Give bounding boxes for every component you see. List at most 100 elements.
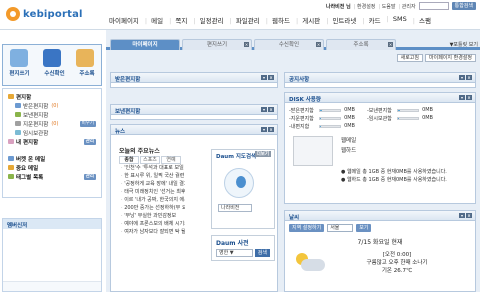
- empty-trash-button[interactable]: 비우기: [79, 120, 96, 127]
- dict-search-button[interactable]: 검색: [254, 249, 270, 257]
- news-item[interactable]: 이르 '내가 공짜, 한국의지 에서': [115, 196, 185, 204]
- news-item[interactable]: '인천'수 '투석과 대표로 보일 때': [115, 164, 185, 172]
- news-item[interactable]: 한 표시루 위, 일찍 국산 궐련: [115, 172, 185, 180]
- panel-title: 보낸편지함: [115, 109, 141, 115]
- tab-label: 편지쓰기: [206, 42, 228, 48]
- tab-label: 주소록: [353, 42, 369, 48]
- folder-label: 지운편지함: [23, 121, 49, 128]
- news-tab-sports[interactable]: 스포츠: [140, 156, 160, 164]
- main-area: 마이페이지 편지쓰기 × 수신확인 × 주소록 × ▼포틀릿 보기 새로고침 마…: [106, 30, 480, 292]
- news-tab-entertainment[interactable]: 연예: [161, 156, 181, 164]
- minimize-icon[interactable]: ▾: [459, 75, 465, 80]
- tab-addressbook[interactable]: 주소록 ×: [326, 39, 396, 50]
- panel-controls: ▾ ×: [261, 75, 274, 80]
- close-icon[interactable]: ×: [244, 42, 249, 47]
- folder-temp[interactable]: 임시보관함: [8, 128, 96, 137]
- minimize-icon[interactable]: ▾: [261, 127, 267, 132]
- menu-files[interactable]: 파일관리: [227, 15, 263, 25]
- menu-mail[interactable]: 메일: [142, 15, 166, 25]
- disk-label: -보낸편지함: [367, 107, 392, 114]
- disk-value: 0MB: [422, 107, 433, 113]
- minimize-icon[interactable]: ▾: [459, 95, 465, 100]
- dictionary-widget: Daum 사전 영한 ▼ 검색: [211, 235, 275, 261]
- map-search-input[interactable]: 나라비전: [218, 204, 252, 212]
- dict-search-input[interactable]: 영한 ▼: [216, 249, 253, 257]
- menu-webhard[interactable]: 웹하드: [263, 15, 293, 25]
- addressbook-icon[interactable]: [75, 49, 94, 67]
- folder-tags[interactable]: 태그별 목록 관리: [8, 172, 96, 181]
- refresh-button[interactable]: 새로고침: [396, 54, 423, 62]
- user-bar: 나라비전 님 환경설정 도움말 관리자 통합검색: [326, 2, 476, 10]
- close-icon[interactable]: ×: [466, 75, 472, 80]
- close-icon[interactable]: ×: [388, 42, 393, 47]
- tab-receipt[interactable]: 수신확인 ×: [254, 39, 324, 50]
- menu-spam[interactable]: 스팸: [410, 15, 434, 25]
- compose-icon[interactable]: [10, 49, 29, 67]
- search-input[interactable]: [418, 2, 449, 10]
- news-panel: 뉴스 ▾ × 오늘의 주요뉴스 종합 스포츠 연예 '인천'수 '투석과 대표로…: [110, 124, 278, 292]
- close-icon[interactable]: ×: [268, 75, 274, 80]
- tab-mypage[interactable]: 마이페이지: [110, 39, 180, 50]
- manage-tags-button[interactable]: 관리: [83, 173, 96, 180]
- mypage-settings-button[interactable]: 마이페이지 환경설정: [425, 54, 476, 62]
- minimize-icon[interactable]: ▾: [261, 107, 267, 112]
- menu-schedule[interactable]: 일정관리: [190, 15, 226, 25]
- messenger-title: 멤버신저: [3, 219, 101, 229]
- inbox-icon: [15, 103, 21, 108]
- partly-cloudy-icon: [293, 251, 327, 275]
- menu-card[interactable]: 카드: [359, 15, 383, 25]
- tab-compose[interactable]: 편지쓰기 ×: [182, 39, 252, 50]
- manage-mybox-button[interactable]: 관리: [83, 138, 96, 145]
- minimize-icon[interactable]: ▾: [459, 213, 465, 218]
- folder-important[interactable]: 중요 메일: [8, 163, 96, 172]
- weather-go-button[interactable]: 보기: [356, 224, 372, 232]
- folder-mybox[interactable]: 내 편지함 관리: [8, 137, 96, 146]
- folder-label: 중요 메일: [16, 165, 39, 172]
- app-label-compose[interactable]: 편지쓰기: [9, 69, 29, 77]
- news-tabs: 종합 스포츠 연예: [115, 156, 185, 164]
- weather-desc: 구름많고 오후 한때 소나기: [366, 260, 428, 266]
- disk-value: 0MB: [344, 123, 355, 129]
- disk-value: 0MB: [422, 115, 433, 121]
- close-icon[interactable]: ×: [466, 213, 472, 218]
- folder-trash[interactable]: 지운편지함 (0) 비우기: [8, 119, 96, 128]
- link-settings[interactable]: 환경설정: [354, 3, 375, 10]
- menu-sms[interactable]: SMS: [384, 15, 410, 25]
- close-icon[interactable]: ×: [466, 95, 472, 100]
- portal-logo[interactable]: kebiportal: [6, 7, 83, 21]
- close-icon[interactable]: ×: [316, 42, 321, 47]
- news-tab-general[interactable]: 종합: [119, 156, 139, 164]
- region-select[interactable]: 서울: [327, 224, 354, 232]
- menu-intranet[interactable]: 인트라넷: [323, 15, 359, 25]
- app-label-receipt[interactable]: 수신확인: [44, 69, 64, 77]
- link-help[interactable]: 도움말: [378, 3, 396, 10]
- disk-value: 0MB: [344, 115, 355, 121]
- news-item[interactable]: 예야에 프론스보의 배체 시기로: [115, 220, 185, 228]
- minimize-icon[interactable]: ▾: [261, 75, 267, 80]
- menu-mypage[interactable]: 마이페이지: [106, 15, 142, 25]
- news-item[interactable]: 200만 중가는 선정하하(무 요시): [115, 204, 185, 212]
- close-icon[interactable]: ×: [268, 127, 274, 132]
- receipt-icon[interactable]: [42, 49, 61, 67]
- menu-board[interactable]: 게시판: [293, 15, 323, 25]
- news-item[interactable]: 태극 미래정치인 '선거는 최후': [115, 188, 185, 196]
- close-icon[interactable]: ×: [268, 107, 274, 112]
- menu-note[interactable]: 쪽지: [166, 15, 190, 25]
- messenger-list[interactable]: [3, 229, 101, 281]
- disk-label: -지운편지함: [289, 115, 314, 122]
- disk-legend-webmail: 웹메일: [341, 138, 357, 144]
- folder-bucket[interactable]: 버켓 온 메일: [8, 154, 96, 163]
- news-item[interactable]: '공정하게 교육 장에' 내일 결과: [115, 180, 185, 188]
- portlet-view-toggle[interactable]: ▼포틀릿 보기: [450, 41, 478, 48]
- link-admin[interactable]: 관리자: [399, 3, 416, 10]
- news-item[interactable]: '무낭' 부실한 과민감정보: [115, 212, 185, 220]
- map-more-button[interactable]: 더보기: [254, 151, 271, 157]
- search-button[interactable]: 통합검색: [451, 2, 476, 10]
- folder-mailbox[interactable]: 편지함: [8, 92, 96, 101]
- folder-inbox[interactable]: 받은편지함 (0): [8, 101, 96, 110]
- app-label-addressbook[interactable]: 주소록: [79, 69, 94, 77]
- news-item[interactable]: 여자가 남자보다 잘되면 탁 될: [115, 228, 185, 236]
- folder-sent[interactable]: 보낸편지함: [8, 110, 96, 119]
- region-setting-button[interactable]: 지역 설정하기: [289, 224, 325, 232]
- top-menu: 마이페이지 메일 쪽지 일정관리 파일관리 웹하드 게시판 인트라넷 카드 SM…: [106, 15, 434, 25]
